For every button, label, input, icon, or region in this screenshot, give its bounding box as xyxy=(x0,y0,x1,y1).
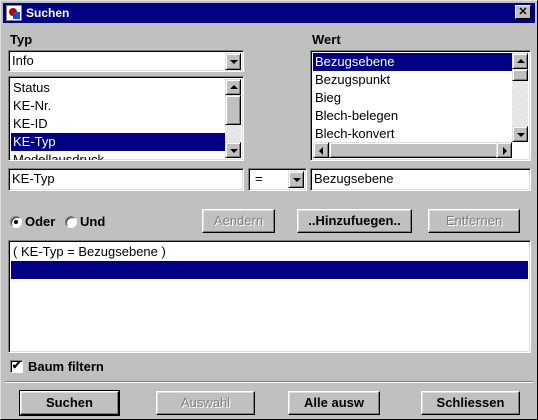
wert-list-item-selected[interactable]: Bezugsebene xyxy=(313,53,512,71)
oder-label[interactable]: Oder xyxy=(25,214,55,229)
criteria-list-item[interactable]: ( KE-Typ = Bezugsebene ) xyxy=(11,243,528,261)
typ-combo-dropdown-button[interactable] xyxy=(225,53,241,70)
typ-list-vscroll[interactable] xyxy=(225,79,241,158)
arrow-right-icon xyxy=(503,147,507,155)
oder-radio[interactable] xyxy=(10,216,22,228)
arrow-up-icon xyxy=(230,85,238,89)
scroll-up-button[interactable] xyxy=(512,53,528,69)
suchen-button[interactable]: Suchen xyxy=(19,390,120,416)
wert-list-hscroll[interactable] xyxy=(313,142,512,158)
close-button[interactable]: ✕ xyxy=(515,5,531,19)
typ-list-item[interactable]: KE-Nr. xyxy=(11,97,225,115)
schliessen-button[interactable]: Schliessen xyxy=(421,391,520,415)
field-input[interactable]: KE-Typ xyxy=(8,168,244,191)
arrow-down-icon xyxy=(517,133,525,137)
value-input-value: Bezugsebene xyxy=(314,171,394,186)
scroll-down-button[interactable] xyxy=(225,142,241,158)
und-radio[interactable] xyxy=(65,216,77,228)
scroll-left-button[interactable] xyxy=(313,142,329,158)
wert-list-item[interactable]: Bieg xyxy=(313,89,512,107)
alle-auswahl-button[interactable]: Alle ausw xyxy=(288,391,380,415)
auswahl-button[interactable]: Auswahl xyxy=(156,391,255,415)
scroll-thumb[interactable] xyxy=(225,95,241,125)
title-bar[interactable]: Suchen ✕ xyxy=(3,3,535,23)
aendern-button[interactable]: Aendern xyxy=(202,209,275,233)
operator-combo[interactable]: = xyxy=(248,168,307,191)
wert-list[interactable]: Bezugsebene Bezugspunkt Bieg Blech-beleg… xyxy=(310,50,531,161)
field-input-value: KE-Typ xyxy=(12,171,55,186)
operator-dropdown-button[interactable] xyxy=(288,171,304,188)
criteria-list[interactable]: ( KE-Typ = Bezugsebene ) xyxy=(8,240,531,353)
baum-filtern-label[interactable]: Baum filtern xyxy=(28,359,104,374)
wert-label: Wert xyxy=(312,32,341,47)
typ-list-item-selected[interactable]: KE-Typ xyxy=(11,133,225,151)
criteria-list-item-selected[interactable] xyxy=(11,261,528,279)
wert-list-item[interactable]: Blech-konvert xyxy=(313,125,512,143)
app-icon xyxy=(6,5,22,21)
typ-combo[interactable]: Info xyxy=(8,50,244,72)
chevron-down-icon xyxy=(230,60,238,64)
typ-combo-value: Info xyxy=(12,53,34,68)
wert-list-vscroll[interactable] xyxy=(512,53,528,142)
typ-label: Typ xyxy=(10,32,33,47)
wert-list-item[interactable]: Bezugspunkt xyxy=(313,71,512,89)
und-label[interactable]: Und xyxy=(80,214,105,229)
chevron-down-icon xyxy=(293,178,301,182)
typ-list-item[interactable]: Status xyxy=(11,79,225,97)
typ-list[interactable]: Status KE-Nr. KE-ID KE-Typ Modellausdruc… xyxy=(8,76,244,161)
arrow-up-icon xyxy=(517,59,525,63)
hinzufuegen-button[interactable]: ..Hinzufuegen.. xyxy=(297,209,412,233)
scroll-up-button[interactable] xyxy=(225,79,241,95)
scroll-down-button[interactable] xyxy=(512,126,528,142)
scroll-thumb[interactable] xyxy=(329,142,499,158)
search-dialog: Suchen ✕ Typ Info Status KE-Nr. KE-ID KE… xyxy=(0,0,538,420)
typ-list-item[interactable]: Modellausdruck xyxy=(11,151,225,160)
scroll-right-button[interactable] xyxy=(496,142,512,158)
operator-combo-value: = xyxy=(255,171,263,186)
footer-separator xyxy=(5,381,533,383)
baum-filtern-checkbox[interactable]: ✔ xyxy=(10,360,23,373)
arrow-left-icon xyxy=(319,147,323,155)
arrow-down-icon xyxy=(230,149,238,153)
typ-list-item[interactable]: KE-ID xyxy=(11,115,225,133)
entfernen-button[interactable]: Entfernen xyxy=(428,209,520,233)
value-input[interactable]: Bezugsebene xyxy=(310,168,531,191)
radio-dot-icon xyxy=(14,220,18,224)
scroll-thumb[interactable] xyxy=(512,69,528,81)
window-title: Suchen xyxy=(26,6,70,20)
wert-list-item[interactable]: Blech-belegen xyxy=(313,107,512,125)
